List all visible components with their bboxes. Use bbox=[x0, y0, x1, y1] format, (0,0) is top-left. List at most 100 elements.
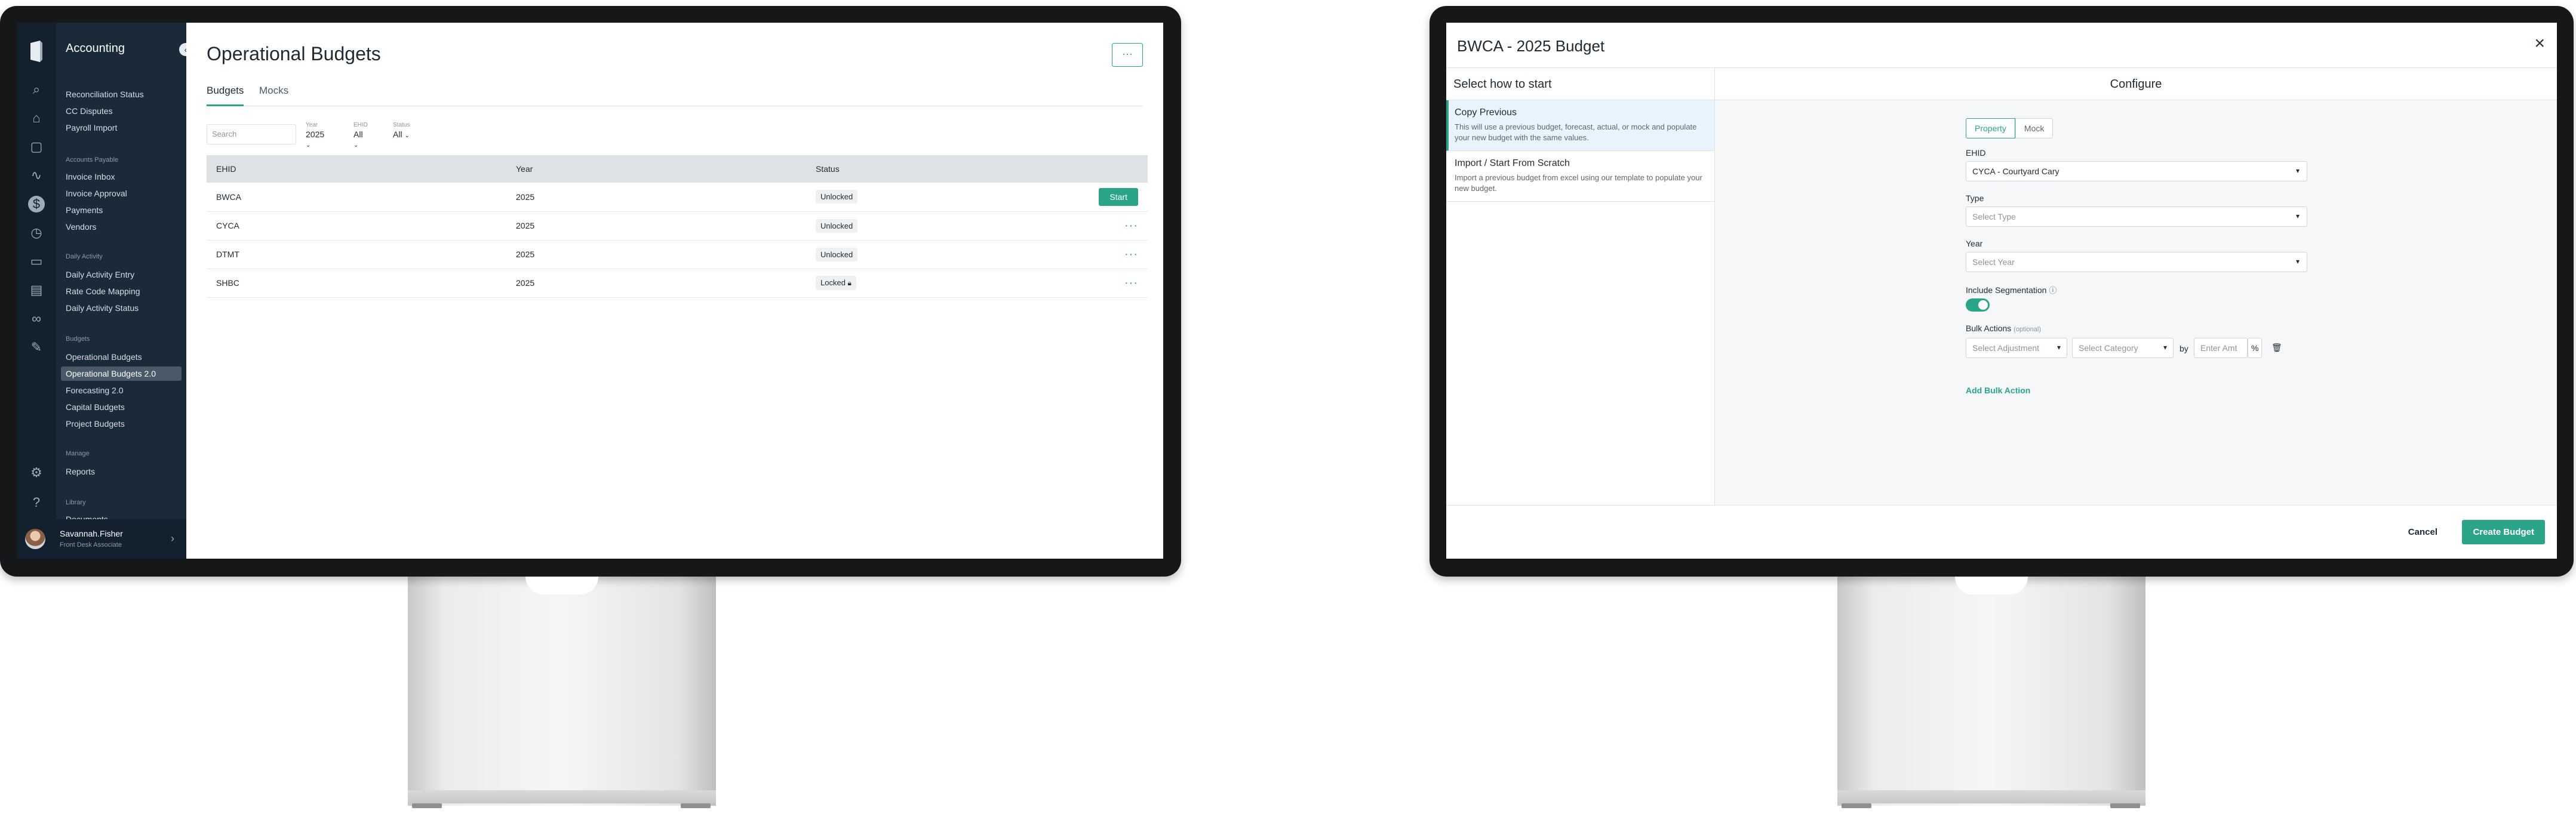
clock-icon[interactable]: ◷ bbox=[28, 224, 45, 241]
year-label: Year bbox=[1966, 239, 1983, 248]
option-copy-previous[interactable]: Copy Previous This will use a previous b… bbox=[1446, 100, 1714, 151]
table-row[interactable]: BWCA 2025 Unlocked Start bbox=[207, 183, 1148, 212]
home-icon[interactable]: ⌂ bbox=[28, 110, 45, 127]
create-budget-button[interactable]: Create Budget bbox=[2462, 520, 2545, 544]
card-icon[interactable]: ▤ bbox=[28, 282, 45, 298]
bulk-actions-label: Bulk Actions (optional) bbox=[1966, 324, 2041, 333]
right-screen: BWCA - 2025 Budget × Select how to start… bbox=[1446, 23, 2557, 559]
option-title: Copy Previous bbox=[1455, 107, 1517, 118]
cell-ehid: BWCA bbox=[207, 183, 506, 212]
trash-icon[interactable]: 🗑︎ bbox=[2271, 343, 2282, 353]
right-monitor-base bbox=[1837, 790, 2145, 803]
table-row[interactable]: SHBC 2025 Locked 🔒︎ ··· bbox=[207, 269, 1148, 298]
sidebar-item-reports[interactable]: Reports bbox=[66, 467, 95, 476]
sidebar-item-vendors[interactable]: Vendors bbox=[66, 222, 96, 232]
ehid-label: EHID bbox=[1966, 148, 1986, 158]
main-content: Operational Budgets ··· Budgets Mocks Se… bbox=[186, 23, 1163, 559]
sidebar-item-cc-disputes[interactable]: CC Disputes bbox=[66, 106, 113, 116]
sidebar-item-reconciliation-status[interactable]: Reconciliation Status bbox=[66, 90, 144, 99]
segment-mock[interactable]: Mock bbox=[2015, 118, 2054, 138]
gear-icon[interactable]: ⚙ bbox=[28, 464, 45, 481]
logo-icon bbox=[30, 41, 42, 62]
type-select-placeholder: Select Type bbox=[1972, 212, 2016, 221]
sidebar-item-payments[interactable]: Payments bbox=[66, 205, 103, 215]
status-text: Locked bbox=[820, 278, 846, 287]
ehid-select[interactable]: CYCA - Courtyard Cary ▾ bbox=[1966, 161, 2307, 181]
user-bar[interactable]: Savannah.Fisher Front Desk Associate › bbox=[17, 519, 186, 559]
tab-budgets[interactable]: Budgets bbox=[207, 80, 244, 106]
sidebar-item-operational-budgets-2[interactable]: Operational Budgets 2.0 bbox=[61, 366, 182, 381]
info-icon[interactable]: ⓘ bbox=[2049, 286, 2057, 295]
sidebar-item-invoice-approval[interactable]: Invoice Approval bbox=[66, 189, 127, 198]
sidebar-item-invoice-inbox[interactable]: Invoice Inbox bbox=[66, 172, 115, 181]
tab-mocks[interactable]: Mocks bbox=[259, 80, 288, 106]
sidebar-item-capital-budgets[interactable]: Capital Budgets bbox=[66, 402, 125, 412]
year-select-placeholder: Select Year bbox=[1972, 257, 2015, 267]
truck-icon[interactable]: ▭ bbox=[28, 253, 45, 270]
sidebar-item-forecasting-2[interactable]: Forecasting 2.0 bbox=[66, 386, 124, 395]
segmentation-toggle[interactable] bbox=[1966, 298, 1990, 312]
close-icon[interactable]: × bbox=[2534, 33, 2545, 54]
sidebar-item-payroll-import[interactable]: Payroll Import bbox=[66, 123, 117, 133]
right-monitor-notch bbox=[1955, 577, 2028, 594]
status-filter[interactable]: Status All ⌄ bbox=[393, 122, 410, 139]
wrench-icon[interactable]: ✎ bbox=[28, 339, 45, 356]
chat-icon[interactable]: ▢ bbox=[28, 138, 45, 155]
sidebar-section-daily-activity: Daily Activity bbox=[66, 253, 103, 260]
cell-status: Locked 🔒︎ bbox=[806, 269, 967, 298]
adjustment-select[interactable]: Select Adjustment ▾ bbox=[1966, 338, 2067, 358]
row-menu-button[interactable]: ··· bbox=[1124, 276, 1138, 289]
status-badge: Unlocked bbox=[816, 190, 858, 204]
column-header-status[interactable]: Status bbox=[806, 155, 967, 183]
sidebar: Accounting ‹ Reconciliation Status CC Di… bbox=[56, 23, 192, 559]
help-icon[interactable]: ? bbox=[28, 494, 45, 511]
table-row[interactable]: DTMT 2025 Unlocked ··· bbox=[207, 240, 1148, 269]
cell-action: Start bbox=[966, 183, 1148, 212]
more-options-button[interactable]: ··· bbox=[1112, 43, 1143, 67]
year-filter[interactable]: Year 2025 ⌄ bbox=[306, 122, 324, 149]
dollar-icon[interactable]: $ bbox=[28, 196, 45, 212]
ehid-filter-value: All bbox=[353, 130, 363, 139]
column-header-year[interactable]: Year bbox=[506, 155, 806, 183]
modal-footer: Cancel Create Budget bbox=[1446, 505, 2557, 559]
start-button[interactable]: Start bbox=[1099, 187, 1138, 206]
ehid-filter[interactable]: EHID All ⌄ bbox=[353, 122, 368, 149]
cell-status: Unlocked bbox=[806, 183, 967, 212]
row-menu-button[interactable]: ··· bbox=[1124, 248, 1138, 261]
sidebar-item-operational-budgets[interactable]: Operational Budgets bbox=[66, 352, 142, 362]
search-icon[interactable]: ⌕ bbox=[28, 81, 45, 98]
cell-action: ··· bbox=[966, 240, 1148, 269]
cell-action: ··· bbox=[966, 269, 1148, 298]
year-select[interactable]: Select Year ▾ bbox=[1966, 252, 2307, 272]
user-name: Savannah.Fisher bbox=[60, 529, 123, 538]
category-select[interactable]: Select Category ▾ bbox=[2072, 338, 2174, 358]
sidebar-item-daily-activity-status[interactable]: Daily Activity Status bbox=[66, 303, 139, 313]
chevron-down-icon: ⌄ bbox=[404, 133, 410, 139]
chevron-down-icon: ▾ bbox=[2295, 167, 2300, 175]
sidebar-item-project-budgets[interactable]: Project Budgets bbox=[66, 419, 125, 429]
page-title: Operational Budgets bbox=[207, 43, 381, 64]
icon-rail: ⌕ ⌂ ▢ ∿ $ ◷ ▭ ▤ ∞ ✎ ⚙ ? bbox=[17, 23, 56, 559]
cancel-button[interactable]: Cancel bbox=[2408, 527, 2437, 537]
percent-toggle[interactable]: % bbox=[2248, 338, 2262, 358]
option-import-scratch[interactable]: Import / Start From Scratch Import a pre… bbox=[1446, 151, 1714, 202]
segment-property[interactable]: Property bbox=[1966, 118, 2015, 138]
activity-icon[interactable]: ∿ bbox=[28, 167, 45, 184]
left-screen: ⌕ ⌂ ▢ ∿ $ ◷ ▭ ▤ ∞ ✎ ⚙ ? Accounting ‹ Rec… bbox=[17, 23, 1163, 559]
chevron-down-icon: ▾ bbox=[2163, 343, 2167, 352]
amount-input[interactable]: Enter Amt bbox=[2194, 338, 2248, 358]
option-title: Import / Start From Scratch bbox=[1455, 158, 1570, 168]
type-select[interactable]: Select Type ▾ bbox=[1966, 207, 2307, 227]
year-filter-label: Year bbox=[306, 122, 318, 128]
handshake-icon[interactable]: ∞ bbox=[28, 310, 45, 327]
column-header-ehid[interactable]: EHID bbox=[207, 155, 506, 183]
sidebar-item-daily-activity-entry[interactable]: Daily Activity Entry bbox=[66, 270, 134, 279]
add-bulk-action-link[interactable]: Add Bulk Action bbox=[1966, 386, 2030, 395]
row-menu-button[interactable]: ··· bbox=[1124, 219, 1138, 232]
sidebar-section-manage: Manage bbox=[66, 450, 90, 457]
table-row[interactable]: CYCA 2025 Unlocked ··· bbox=[207, 211, 1148, 241]
left-monitor-foot bbox=[681, 803, 711, 808]
chevron-down-icon: ⌄ bbox=[306, 142, 311, 149]
search-input[interactable]: Search bbox=[207, 124, 296, 144]
sidebar-item-rate-code-mapping[interactable]: Rate Code Mapping bbox=[66, 286, 140, 296]
